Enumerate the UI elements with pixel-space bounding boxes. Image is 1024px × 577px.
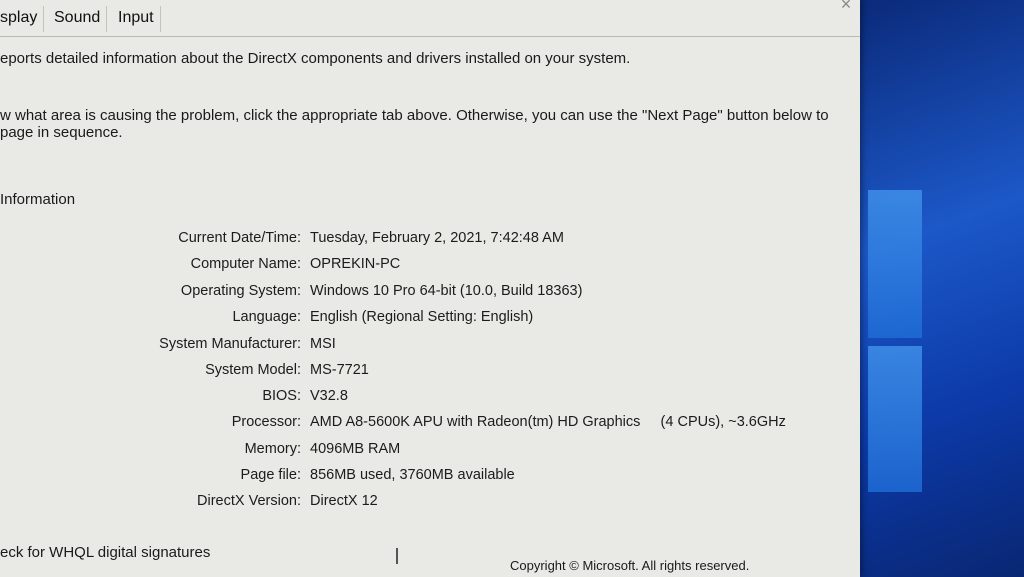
info-row-bios: BIOS: V32.8 — [0, 386, 860, 406]
windows-logo-pane-bottom — [868, 346, 922, 492]
info-label: Memory: — [244, 441, 301, 457]
info-row-computer-name: Computer Name: OPREKIN-PC — [0, 254, 860, 274]
info-value: V32.8 — [310, 388, 348, 404]
info-label: Processor: — [231, 414, 301, 430]
info-label: System Model: — [205, 362, 301, 378]
info-row-memory: Memory: 4096MB RAM — [0, 439, 860, 459]
info-value: MSI — [310, 336, 336, 352]
info-label: Current Date/Time: — [178, 230, 301, 246]
info-value: 856MB used, 3760MB available — [310, 467, 515, 483]
intro-text-line-3: page in sequence. — [0, 124, 123, 141]
whql-checkbox-label[interactable]: eck for WHQL digital signatures — [0, 544, 210, 561]
info-value: OPREKIN-PC — [310, 256, 401, 272]
info-label: BIOS: — [262, 388, 301, 404]
info-value: AMD A8-5600K APU with Radeon(tm) HD Grap… — [310, 414, 786, 430]
tab-sound[interactable]: Sound — [48, 6, 108, 32]
info-row-date-time: Current Date/Time: Tuesday, February 2, … — [0, 228, 860, 248]
screen: × splay Sound Input eports detailed info… — [0, 0, 1024, 577]
tab-input[interactable]: Input — [112, 6, 161, 32]
desktop-background — [860, 0, 1024, 577]
text-cursor — [396, 548, 398, 564]
info-value: DirectX 12 — [310, 493, 378, 509]
info-value: Windows 10 Pro 64-bit (10.0, Build 18363… — [310, 283, 583, 299]
info-label: Operating System: — [180, 283, 301, 299]
info-label: System Manufacturer: — [159, 336, 301, 352]
info-row-page-file: Page file: 856MB used, 3760MB available — [0, 465, 860, 485]
info-value: MS-7721 — [310, 362, 369, 378]
intro-text-line-1: eports detailed information about the Di… — [0, 50, 631, 67]
info-row-operating-system: Operating System: Windows 10 Pro 64-bit … — [0, 281, 860, 301]
info-label: DirectX Version: — [197, 493, 301, 509]
intro-text-line-2: w what area is causing the problem, clic… — [0, 107, 829, 124]
info-row-system-manufacturer: System Manufacturer: MSI — [0, 334, 860, 354]
system-information-heading: Information — [0, 191, 76, 208]
info-label: Computer Name: — [190, 256, 301, 272]
info-value: Tuesday, February 2, 2021, 7:42:48 AM — [310, 230, 564, 246]
info-value: English (Regional Setting: English) — [310, 309, 534, 325]
tab-bar: splay Sound Input — [0, 0, 860, 37]
info-label: Page file: — [240, 467, 301, 483]
info-value: 4096MB RAM — [310, 441, 401, 457]
info-row-system-model: System Model: MS-7721 — [0, 360, 860, 380]
info-row-language: Language: English (Regional Setting: Eng… — [0, 307, 860, 327]
info-row-processor: Processor: AMD A8-5600K APU with Radeon(… — [0, 412, 860, 432]
windows-logo-pane-top — [868, 190, 922, 338]
tab-display[interactable]: splay — [0, 6, 45, 32]
info-label: Language: — [232, 309, 301, 325]
info-row-directx-version: DirectX Version: DirectX 12 — [0, 491, 860, 511]
copyright-text: Copyright © Microsoft. All rights reserv… — [510, 558, 750, 573]
directx-diagnostic-window: × splay Sound Input eports detailed info… — [0, 0, 860, 577]
